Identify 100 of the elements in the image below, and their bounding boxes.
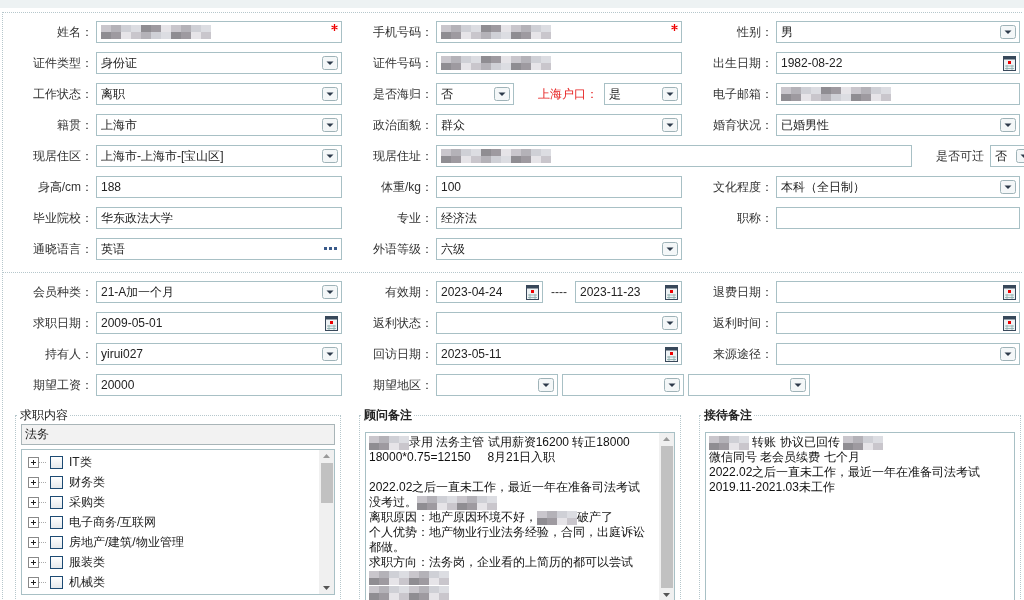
field-label: 期望地区： (372, 377, 434, 394)
dropdown[interactable]: 身份证 (96, 52, 342, 74)
dropdown[interactable]: 离职 (96, 83, 342, 105)
redacted-blur (369, 570, 409, 585)
calendar-icon[interactable] (1003, 55, 1016, 71)
date-field[interactable]: 2009-05-01 (96, 312, 342, 334)
dropdown[interactable]: yirui027 (96, 343, 342, 365)
panel-legend: 接待备注 (702, 408, 754, 423)
expander-icon[interactable] (28, 456, 46, 468)
field-label: 政治面貌： (372, 117, 434, 134)
text-field[interactable]: 100 (436, 176, 682, 198)
checkbox[interactable] (50, 555, 63, 569)
text-field[interactable] (436, 21, 682, 43)
date-field[interactable]: 2023-05-11 (436, 343, 682, 365)
field-label: 通晓语言： (32, 241, 94, 258)
dropdown[interactable]: 否 (436, 83, 514, 105)
checkbox[interactable] (50, 495, 63, 509)
date-field[interactable]: 2023-11-23 (575, 281, 682, 303)
scroll-thumb[interactable] (320, 463, 333, 503)
field-label: 求职日期： (32, 315, 94, 332)
expander-icon[interactable] (28, 496, 46, 508)
field-label: 婚育状况： (712, 117, 774, 134)
redacted-blur (369, 585, 409, 600)
field-label: 外语等级： (372, 241, 434, 258)
date-field[interactable] (776, 281, 1020, 303)
redacted-blur (709, 435, 749, 450)
text-field[interactable] (96, 21, 342, 43)
dropdown[interactable]: 本科（全日制） (776, 176, 1020, 198)
calendar-icon[interactable] (665, 284, 678, 300)
expander-icon[interactable] (28, 576, 46, 588)
tree-item[interactable]: 机械类 (67, 573, 105, 591)
dropdown[interactable]: 21-A加一个月 (96, 281, 342, 303)
lookup-field[interactable]: 英语 (96, 238, 342, 260)
field-label: 姓名： (56, 24, 94, 41)
checkbox[interactable] (50, 535, 63, 549)
text-field[interactable]: 华东政法大学 (96, 207, 342, 229)
tree-item[interactable]: 房地产/建筑/物业管理 (67, 533, 184, 551)
date-field[interactable]: 1982-08-22 (776, 52, 1020, 74)
dropdown[interactable]: 群众 (436, 114, 682, 136)
checkbox[interactable] (50, 475, 63, 489)
date-field[interactable]: 2023-04-24 (436, 281, 543, 303)
expander-icon[interactable] (28, 516, 46, 528)
field-label: 职称： (736, 210, 774, 227)
calendar-icon[interactable] (325, 315, 338, 331)
field-label: 来源途径： (712, 346, 774, 363)
calendar-icon[interactable] (665, 346, 678, 362)
expander-icon[interactable] (28, 556, 46, 568)
calendar-icon[interactable] (526, 284, 539, 300)
text-field[interactable]: 188 (96, 176, 342, 198)
field-label: 返利状态： (372, 315, 434, 332)
dropdown[interactable]: 是 (604, 83, 682, 105)
field-label: 现居住区： (32, 148, 94, 165)
field-label: 现居住址： (372, 148, 434, 165)
field-label: 手机号码： (372, 24, 434, 41)
search-field[interactable]: 法务 (21, 424, 335, 445)
expander-icon[interactable] (28, 476, 46, 488)
ellipsis-icon[interactable] (324, 247, 338, 251)
text-field[interactable] (776, 83, 1020, 105)
range-separator: ---- (550, 285, 568, 299)
dropdown[interactable]: 上海市-上海市-[宝山区] (96, 145, 342, 167)
scrollbar[interactable] (319, 450, 334, 594)
field-label: 会员种类： (32, 284, 94, 301)
notes-area[interactable]: 转账 协议已回传 微信同号 老会员续费 七个月 2022.02之后一直未工作，最近一年在准备司法考试 2019.11-2021.03未工作 (705, 432, 1015, 600)
field-label: 出生日期： (712, 55, 774, 72)
field-label: 是否可迁 (935, 147, 985, 165)
redacted-blur (417, 495, 457, 510)
panel-legend: 顾问备注 (362, 408, 414, 423)
tree-item[interactable]: 电子商务/互联网 (67, 513, 157, 531)
scrollbar[interactable] (659, 433, 674, 600)
checkbox[interactable] (50, 455, 63, 469)
calendar-icon[interactable] (1003, 284, 1016, 300)
checkbox[interactable] (50, 515, 63, 529)
redacted-blur (537, 510, 577, 525)
checkbox[interactable] (50, 575, 63, 589)
text-field[interactable] (776, 207, 1020, 229)
notes-area[interactable]: 录用 法务主管 试用薪资16200 转正18000 18000*0.75=12150 8月21日入职 2022.02之后一直未工作，最近一年在准备司法考试 没考过。 离职原因：地产原因环境不好， 破产了 个人优势：地产物业行业法务经验，合同，出庭诉讼 都做。 求职方向：法务岗，企业看的上简历的都可以尝试 (365, 432, 675, 600)
tree-item[interactable]: 采购类 (67, 493, 105, 511)
text-field[interactable] (436, 52, 682, 74)
dropdown[interactable]: 已婚男性 (776, 114, 1020, 136)
dropdown[interactable]: 上海市 (96, 114, 342, 136)
field-label: 工作状态： (32, 86, 94, 103)
field-label: 籍贯： (56, 117, 94, 134)
redacted-blur (457, 495, 497, 510)
tree-item[interactable]: 服装类 (67, 553, 105, 571)
text-field[interactable]: 经济法 (436, 207, 682, 229)
expander-icon[interactable] (28, 536, 46, 548)
date-field[interactable] (776, 312, 1020, 334)
field-label: 有效期： (384, 284, 434, 301)
text-field[interactable] (436, 145, 912, 167)
dropdown[interactable]: 男 (776, 21, 1020, 43)
calendar-icon[interactable] (1003, 315, 1016, 331)
tree-item[interactable]: 财务类 (67, 473, 105, 491)
dropdown[interactable]: 否 (990, 145, 1024, 167)
scroll-thumb[interactable] (660, 446, 673, 588)
tree-item[interactable]: IT类 (67, 453, 92, 471)
dropdown[interactable]: 六级 (436, 238, 682, 260)
text-field[interactable]: 20000 (96, 374, 342, 396)
field-label: 性别： (736, 24, 774, 41)
field-label: 证件号码： (372, 55, 434, 72)
field-label: 退费日期： (712, 284, 774, 301)
